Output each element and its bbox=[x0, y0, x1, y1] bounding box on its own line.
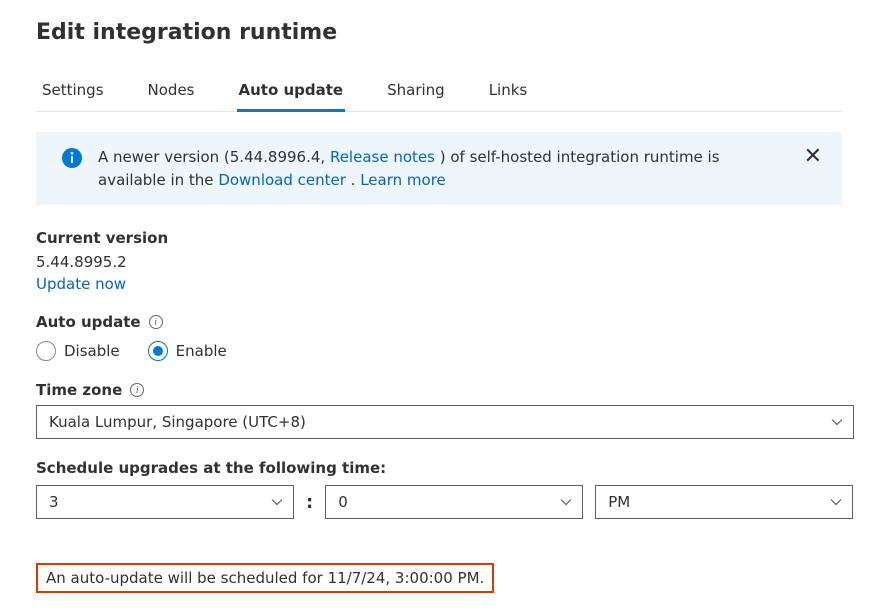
info-hint-icon[interactable]: i bbox=[130, 383, 144, 397]
schedule-hour-select[interactable]: 3 bbox=[36, 485, 294, 519]
radio-circle-icon bbox=[148, 341, 168, 361]
chevron-down-icon bbox=[271, 496, 283, 508]
release-notes-link[interactable]: Release notes bbox=[330, 148, 435, 166]
radio-enable[interactable]: Enable bbox=[148, 341, 227, 361]
chevron-down-icon bbox=[830, 496, 842, 508]
page-title: Edit integration runtime bbox=[36, 20, 842, 45]
schedule-minute-select[interactable]: 0 bbox=[325, 485, 583, 519]
current-version-label: Current version bbox=[36, 229, 842, 247]
info-icon bbox=[62, 148, 82, 168]
timezone-select[interactable]: Kuala Lumpur, Singapore (UTC+8) bbox=[36, 405, 854, 439]
current-version-value: 5.44.8995.2 bbox=[36, 253, 842, 271]
radio-disable-label: Disable bbox=[64, 342, 120, 360]
schedule-hour-value: 3 bbox=[49, 493, 59, 511]
chevron-down-icon bbox=[560, 496, 572, 508]
timezone-block: Time zone i Kuala Lumpur, Singapore (UTC… bbox=[36, 381, 842, 439]
tab-auto-update[interactable]: Auto update bbox=[237, 73, 346, 112]
radio-disable[interactable]: Disable bbox=[36, 341, 120, 361]
auto-update-radio-group: Disable Enable bbox=[36, 341, 842, 361]
timezone-select-value: Kuala Lumpur, Singapore (UTC+8) bbox=[49, 413, 306, 431]
tab-bar: Settings Nodes Auto update Sharing Links bbox=[36, 73, 842, 112]
tab-nodes[interactable]: Nodes bbox=[146, 73, 197, 112]
schedule-block: Schedule upgrades at the following time:… bbox=[36, 459, 842, 519]
schedule-ampm-select[interactable]: PM bbox=[595, 485, 853, 519]
radio-enable-label: Enable bbox=[176, 342, 227, 360]
current-version-block: Current version 5.44.8995.2 Update now bbox=[36, 229, 842, 293]
tab-sharing[interactable]: Sharing bbox=[385, 73, 447, 112]
info-text-3: . bbox=[346, 171, 360, 189]
info-text-1: A newer version (5.44.8996.4, bbox=[98, 148, 330, 166]
timezone-label: Time zone bbox=[36, 381, 122, 399]
auto-update-block: Auto update i Disable Enable bbox=[36, 313, 842, 361]
schedule-minute-value: 0 bbox=[338, 493, 348, 511]
schedule-label: Schedule upgrades at the following time: bbox=[36, 459, 842, 477]
schedule-summary-callout: An auto-update will be scheduled for 11/… bbox=[36, 563, 494, 593]
schedule-ampm-value: PM bbox=[608, 493, 630, 511]
radio-circle-icon bbox=[36, 341, 56, 361]
time-colon: : bbox=[306, 492, 313, 513]
info-banner: A newer version (5.44.8996.4, Release no… bbox=[36, 132, 842, 205]
tab-links[interactable]: Links bbox=[487, 73, 530, 112]
tab-settings[interactable]: Settings bbox=[40, 73, 106, 112]
close-icon[interactable]: ✕ bbox=[798, 146, 828, 168]
update-now-link[interactable]: Update now bbox=[36, 275, 842, 293]
learn-more-link[interactable]: Learn more bbox=[360, 171, 446, 189]
info-hint-icon[interactable]: i bbox=[149, 315, 163, 329]
info-banner-message: A newer version (5.44.8996.4, Release no… bbox=[98, 146, 782, 191]
download-center-link[interactable]: Download center bbox=[218, 171, 346, 189]
chevron-down-icon bbox=[831, 416, 843, 428]
auto-update-label: Auto update bbox=[36, 313, 141, 331]
